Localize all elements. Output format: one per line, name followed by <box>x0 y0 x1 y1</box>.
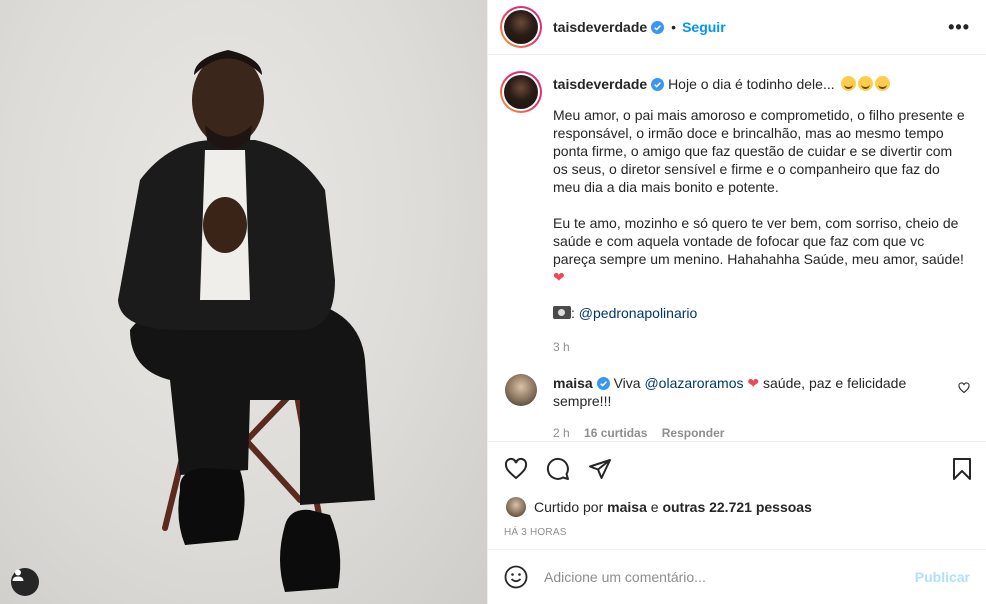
caption-paragraph: Eu te amo, mozinho e só quero te ver bem… <box>553 215 964 267</box>
comment-meta: 2 h 16 curtidas Responder <box>553 424 953 441</box>
comment-avatar[interactable] <box>505 374 537 406</box>
reply-button[interactable]: Responder <box>662 426 725 440</box>
comment-icon[interactable] <box>546 457 570 481</box>
publish-button[interactable]: Publicar <box>915 569 970 585</box>
post-side-panel: taisdeverdade • Seguir ••• taisdeverdade <box>487 0 986 604</box>
more-options-button[interactable]: ••• <box>948 18 970 36</box>
liked-by-user[interactable]: maisa <box>607 499 647 515</box>
smiley-icon[interactable] <box>504 565 528 589</box>
caption: taisdeverdade Hoje o dia é todinho dele.… <box>500 71 970 356</box>
story-ring[interactable] <box>500 6 542 48</box>
comment-mention-link[interactable]: @olazaroramos <box>644 375 743 391</box>
heart-icon[interactable] <box>504 457 528 481</box>
add-comment-bar: Publicar <box>488 549 986 604</box>
caption-body: taisdeverdade Hoje o dia é todinho dele.… <box>553 71 970 356</box>
smiling-face-emoji-icon <box>874 76 890 91</box>
share-icon[interactable] <box>588 457 612 481</box>
caption-paragraph: Meu amor, o pai mais amoroso e compromet… <box>553 107 965 195</box>
verified-badge-icon <box>651 20 665 34</box>
credit-mention-link[interactable]: @pedronapolinario <box>579 305 698 321</box>
caption-headline: Hoje o dia é todinho dele... <box>668 76 835 92</box>
credit-prefix: : <box>571 305 575 321</box>
comment-like-heart-icon[interactable] <box>958 382 970 394</box>
heart-emoji-icon: ❤ <box>553 269 565 285</box>
avatar <box>504 10 538 44</box>
comment-username[interactable]: maisa <box>553 375 593 391</box>
caption-username[interactable]: taisdeverdade <box>553 76 647 92</box>
liked-by-connector: e <box>650 499 659 515</box>
liked-by-avatar[interactable] <box>506 497 526 517</box>
camera-emoji-icon <box>553 306 571 319</box>
action-bar <box>488 441 986 495</box>
comment-text-prefix: Viva <box>613 375 641 391</box>
smiling-face-emoji-icon <box>857 76 873 91</box>
comment-timestamp[interactable]: 2 h <box>553 426 570 440</box>
liked-by-line: Curtido por maisa e outras 22.721 pessoa… <box>488 495 986 519</box>
user-tag-icon <box>12 569 24 581</box>
follow-button[interactable]: Seguir <box>682 19 726 35</box>
photo-illustration <box>118 50 375 592</box>
liked-by-prefix: Curtido por <box>534 499 604 515</box>
bookmark-icon[interactable] <box>950 457 974 481</box>
post-header: taisdeverdade • Seguir ••• <box>488 0 986 55</box>
instagram-post-modal: taisdeverdade • Seguir ••• taisdeverdade <box>0 0 986 604</box>
add-comment-input[interactable] <box>544 569 915 585</box>
caption-avatar[interactable] <box>500 71 542 113</box>
caption-timestamp[interactable]: 3 h <box>553 338 970 356</box>
separator-dot: • <box>671 19 677 35</box>
post-photo[interactable] <box>0 0 487 604</box>
avatar <box>504 75 538 109</box>
comment-item: maisa Viva @olazaroramos ❤ saúde, paz e … <box>500 374 970 441</box>
heart-emoji-icon: ❤ <box>747 375 760 391</box>
verified-badge-icon <box>596 377 610 390</box>
user-tag-button[interactable] <box>11 568 39 596</box>
comment-likes-count[interactable]: 16 curtidas <box>584 426 647 440</box>
comments-section: taisdeverdade Hoje o dia é todinho dele.… <box>488 55 986 441</box>
smiling-face-emoji-icon <box>840 76 856 91</box>
verified-badge-icon <box>651 78 665 91</box>
comment-body: maisa Viva @olazaroramos ❤ saúde, paz e … <box>553 374 953 441</box>
post-timestamp[interactable]: HÁ 3 HORAS <box>488 519 986 549</box>
liked-by-others[interactable]: outras 22.721 pessoas <box>662 499 811 515</box>
header-username[interactable]: taisdeverdade <box>553 19 647 35</box>
